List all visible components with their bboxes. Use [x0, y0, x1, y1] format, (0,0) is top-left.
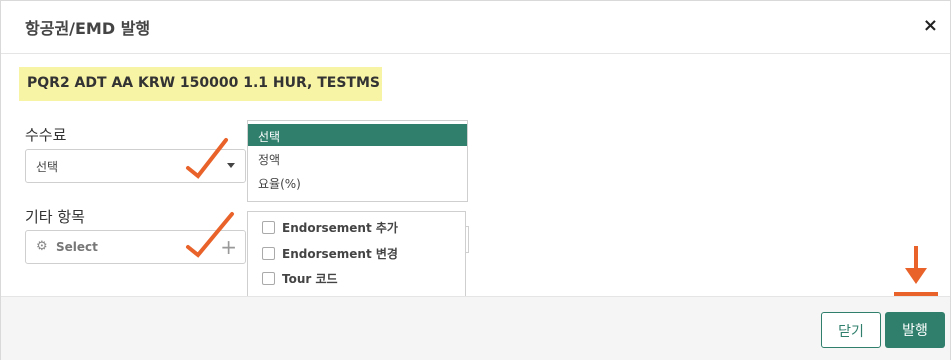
issue-arrow-icon [894, 246, 938, 296]
arrow-down-icon [186, 138, 234, 258]
annotation-arrows [186, 138, 938, 296]
